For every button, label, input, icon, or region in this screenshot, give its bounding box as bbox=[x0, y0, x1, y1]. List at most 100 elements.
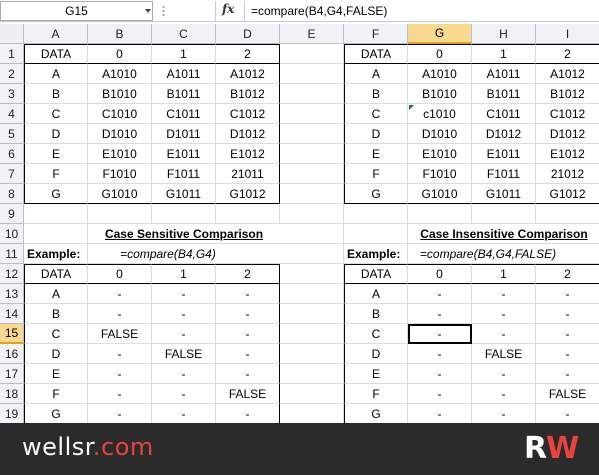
cell-f1[interactable]: DATA bbox=[344, 44, 408, 64]
cell-h2[interactable]: A1011 bbox=[472, 64, 536, 84]
cell-c12[interactable]: 1 bbox=[152, 264, 216, 284]
cell-e11[interactable] bbox=[280, 244, 344, 264]
cell-h9[interactable] bbox=[472, 204, 536, 224]
row-header-11[interactable]: 11 bbox=[0, 244, 24, 264]
column-header-i[interactable]: I bbox=[536, 24, 599, 44]
cell-c16[interactable]: FALSE bbox=[152, 344, 216, 364]
cell-b8[interactable]: G1010 bbox=[88, 184, 152, 204]
cell-h5[interactable]: D1012 bbox=[472, 124, 536, 144]
cell-g2[interactable]: A1010 bbox=[408, 64, 472, 84]
cell-h19[interactable]: - bbox=[472, 404, 536, 424]
cell-b13[interactable]: - bbox=[88, 284, 152, 304]
cell-c4[interactable]: C1011 bbox=[152, 104, 216, 124]
cell-h6[interactable]: E1011 bbox=[472, 144, 536, 164]
cell-d7[interactable]: 21011 bbox=[216, 164, 280, 184]
cell-c15[interactable]: - bbox=[152, 324, 216, 344]
cell-d9[interactable] bbox=[216, 204, 280, 224]
row-header-2[interactable]: 2 bbox=[0, 64, 24, 84]
cell-e10[interactable] bbox=[280, 224, 344, 244]
cell-g10[interactable]: Case Insensitive Comparison bbox=[408, 224, 599, 244]
cell-c6[interactable]: E1011 bbox=[152, 144, 216, 164]
cell-d4[interactable]: C1012 bbox=[216, 104, 280, 124]
cell-h7[interactable]: F1011 bbox=[472, 164, 536, 184]
cell-a14[interactable]: B bbox=[24, 304, 88, 324]
cell-c17[interactable]: - bbox=[152, 364, 216, 384]
row-header-13[interactable]: 13 bbox=[0, 284, 24, 304]
cell-g11[interactable]: =compare(B4,G4,FALSE) bbox=[408, 244, 568, 264]
cell-i5[interactable]: D1012 bbox=[536, 124, 599, 144]
cell-f12[interactable]: DATA bbox=[344, 264, 408, 284]
cell-i8[interactable]: G1012 bbox=[536, 184, 599, 204]
cell-g14[interactable]: - bbox=[408, 304, 472, 324]
cell-a6[interactable]: E bbox=[24, 144, 88, 164]
cell-g1[interactable]: 0 bbox=[408, 44, 472, 64]
cell-f15[interactable]: C bbox=[344, 324, 408, 344]
cell-e16[interactable] bbox=[280, 344, 344, 364]
name-box-dropdown-icon[interactable] bbox=[145, 9, 151, 13]
cell-f7[interactable]: F bbox=[344, 164, 408, 184]
row-header-15[interactable]: 15 bbox=[0, 324, 24, 344]
cell-b3[interactable]: B1010 bbox=[88, 84, 152, 104]
cell-f6[interactable]: E bbox=[344, 144, 408, 164]
row-header-19[interactable]: 19 bbox=[0, 404, 24, 424]
cell-i7[interactable]: 21012 bbox=[536, 164, 599, 184]
cell-b11[interactable]: =compare(B4,G4) bbox=[88, 244, 248, 264]
cell-g8[interactable]: G1010 bbox=[408, 184, 472, 204]
cell-a5[interactable]: D bbox=[24, 124, 88, 144]
cell-h3[interactable]: B1011 bbox=[472, 84, 536, 104]
cell-b12[interactable]: 0 bbox=[88, 264, 152, 284]
cell-d17[interactable]: - bbox=[216, 364, 280, 384]
row-header-17[interactable]: 17 bbox=[0, 364, 24, 384]
cell-f2[interactable]: A bbox=[344, 64, 408, 84]
cell-f19[interactable]: G bbox=[344, 404, 408, 424]
cell-f3[interactable]: B bbox=[344, 84, 408, 104]
cell-e13[interactable] bbox=[280, 284, 344, 304]
cell-g18[interactable]: - bbox=[408, 384, 472, 404]
cell-e6[interactable] bbox=[280, 144, 344, 164]
cell-c2[interactable]: A1011 bbox=[152, 64, 216, 84]
cell-g12[interactable]: 0 bbox=[408, 264, 472, 284]
cell-b9[interactable] bbox=[88, 204, 152, 224]
cell-b17[interactable]: - bbox=[88, 364, 152, 384]
cell-b10[interactable]: Case Sensitive Comparison bbox=[88, 224, 280, 244]
cell-f8[interactable]: G bbox=[344, 184, 408, 204]
cell-d5[interactable]: D1012 bbox=[216, 124, 280, 144]
cell-c13[interactable]: - bbox=[152, 284, 216, 304]
cell-h18[interactable]: - bbox=[472, 384, 536, 404]
cell-d19[interactable]: - bbox=[216, 404, 280, 424]
row-header-14[interactable]: 14 bbox=[0, 304, 24, 324]
cell-f14[interactable]: B bbox=[344, 304, 408, 324]
row-header-3[interactable]: 3 bbox=[0, 84, 24, 104]
column-header-d[interactable]: D bbox=[216, 24, 280, 44]
cell-d15[interactable]: - bbox=[216, 324, 280, 344]
cell-f9[interactable] bbox=[344, 204, 408, 224]
cell-g6[interactable]: E1010 bbox=[408, 144, 472, 164]
column-header-f[interactable]: F bbox=[344, 24, 408, 44]
cell-d8[interactable]: G1012 bbox=[216, 184, 280, 204]
cell-e18[interactable] bbox=[280, 384, 344, 404]
cell-b14[interactable]: - bbox=[88, 304, 152, 324]
cell-c1[interactable]: 1 bbox=[152, 44, 216, 64]
cell-b2[interactable]: A1010 bbox=[88, 64, 152, 84]
cell-i3[interactable]: B1012 bbox=[536, 84, 599, 104]
cell-e1[interactable] bbox=[280, 44, 344, 64]
cell-b7[interactable]: F1010 bbox=[88, 164, 152, 184]
cell-i13[interactable]: - bbox=[536, 284, 599, 304]
select-all-corner[interactable] bbox=[0, 24, 24, 44]
column-header-g[interactable]: G bbox=[408, 24, 472, 44]
cell-e19[interactable] bbox=[280, 404, 344, 424]
resize-handle-icon[interactable] bbox=[162, 5, 165, 17]
cell-b1[interactable]: 0 bbox=[88, 44, 152, 64]
cell-g5[interactable]: D1010 bbox=[408, 124, 472, 144]
cell-d6[interactable]: E1012 bbox=[216, 144, 280, 164]
cell-h8[interactable]: G1011 bbox=[472, 184, 536, 204]
cell-h4[interactable]: C1011 bbox=[472, 104, 536, 124]
cell-h13[interactable]: - bbox=[472, 284, 536, 304]
cell-a1[interactable]: DATA bbox=[24, 44, 88, 64]
cell-e7[interactable] bbox=[280, 164, 344, 184]
cell-f11[interactable]: Example: bbox=[344, 244, 408, 264]
cell-g3[interactable]: B1010 bbox=[408, 84, 472, 104]
cell-a3[interactable]: B bbox=[24, 84, 88, 104]
row-header-8[interactable]: 8 bbox=[0, 184, 24, 204]
cell-h1[interactable]: 1 bbox=[472, 44, 536, 64]
